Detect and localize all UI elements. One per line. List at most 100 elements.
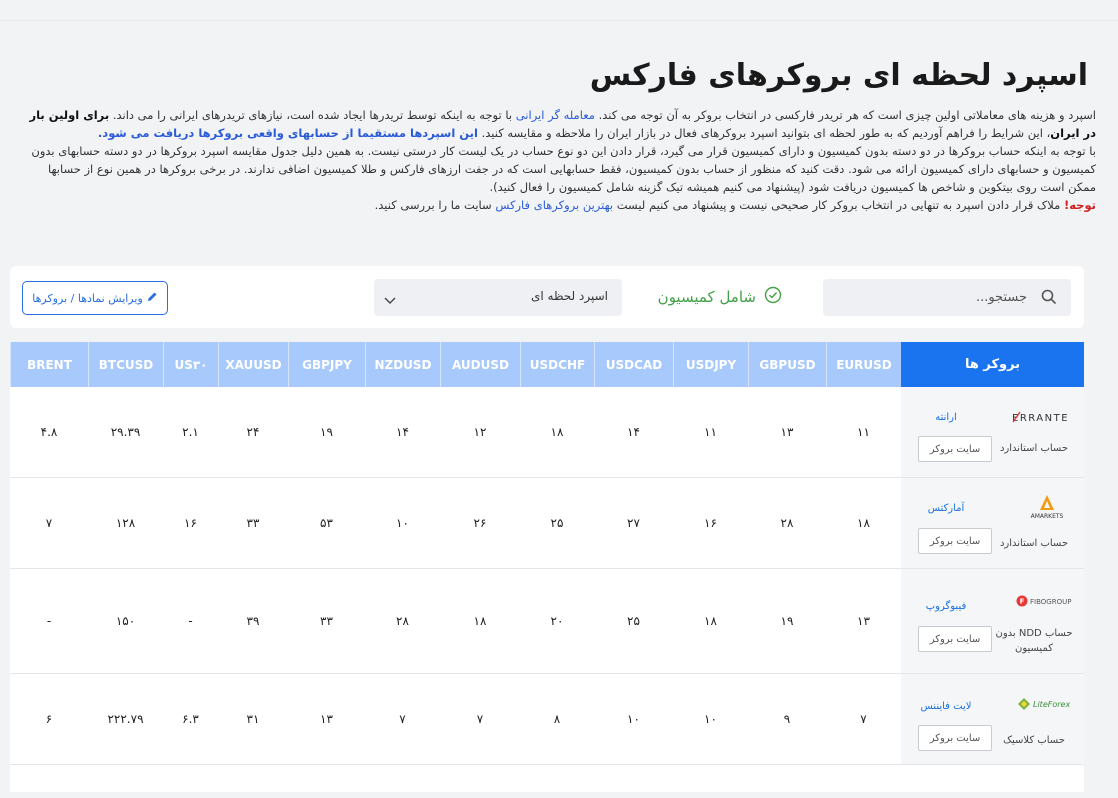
chevron-down-icon <box>384 291 396 310</box>
pencil-icon <box>147 291 158 305</box>
header-col-xauusd: XAUUSD <box>218 342 288 387</box>
broker-site-button[interactable]: سایت بروکر <box>918 626 992 652</box>
spread-cell: ۳۱ <box>246 712 260 726</box>
intro-link-real-accounts: این اسپردها مستقیما از حسابهای واقعی برو… <box>97 126 478 140</box>
spread-cell: ۱۶ <box>184 516 197 530</box>
header-col-gbpjpy: GBPJPY <box>288 342 365 387</box>
svg-text:F: F <box>1020 598 1025 606</box>
intro-note-label: توجه! <box>1063 198 1096 212</box>
broker-site-button[interactable]: سایت بروکر <box>918 436 992 462</box>
spread-cell: ۹ <box>783 712 791 726</box>
account-type: حساب NDD بدون کمیسیون <box>995 628 1073 654</box>
spread-cell: ۱۰ <box>396 516 409 530</box>
intro-p2: با توجه به اینکه حساب بروکرها در دو دسته… <box>31 144 1096 194</box>
spread-cell: ۱۰ <box>704 712 717 726</box>
spread-cell: ۱۱ <box>704 425 717 439</box>
header-col-eurusd: EURUSD <box>826 342 901 387</box>
spread-cell: ۶.۳ <box>182 712 199 726</box>
spread-cell: ۱۶ <box>704 516 717 530</box>
edit-symbols-brokers-button[interactable]: ویرایش نمادها / بروکرها <box>22 281 168 315</box>
header-col-audusd: AUDUSD <box>440 342 520 387</box>
header-col-btcusd: BTCUSD <box>88 342 163 387</box>
spread-cell: ۶ <box>45 712 53 726</box>
intro-link-best-brokers[interactable]: بهترین بروکرهای فارکس <box>495 198 613 212</box>
spread-cell: ۱۸ <box>857 516 870 530</box>
account-type: حساب استاندارد <box>999 443 1069 454</box>
spread-cell: ۵۳ <box>320 516 333 530</box>
header-col-brent: BRENT <box>10 342 88 387</box>
spread-cell: ۲.۱ <box>182 425 199 439</box>
intro-p3-b: سایت ما را بررسی کنید. <box>374 198 492 212</box>
header-col-usdchf: USDCHF <box>520 342 594 387</box>
commission-label: شامل کمیسیون <box>657 288 756 306</box>
broker-name[interactable]: لایت فایننس <box>911 701 981 712</box>
spread-cell: ۳۹ <box>246 614 260 628</box>
spread-cell: ۲۶ <box>473 516 487 530</box>
spread-cell: ۳۳ <box>320 614 333 628</box>
broker-logo-fibogroup[interactable]: F FIBOGROUP <box>1016 593 1072 612</box>
page-title: اسپرد لحظه ای بروکرهای فارکس <box>589 58 1088 93</box>
intro-p1-b: با توجه به اینکه توسط تریدرها ایجاد شده … <box>112 108 513 122</box>
spread-cell: ۱۹ <box>780 614 794 628</box>
spread-cell: ۷ <box>399 712 406 726</box>
spread-cell: - <box>46 614 52 628</box>
table-row: F FIBOGROUP فیبوگروپ حساب NDD بدون کمیسی… <box>10 569 1084 674</box>
spread-cell: ۱۲ <box>473 425 487 439</box>
header-brokers: بروکر ها <box>901 342 1084 387</box>
spread-cell: ۷ <box>860 712 867 726</box>
table-row: ERRANTE ارانته حساب استاندارد سایت بروکر… <box>10 387 1084 478</box>
spread-table: بروکر ها EURUSD GBPUSD USDJPY USDCAD USD… <box>10 342 1084 792</box>
broker-site-button[interactable]: سایت بروکر <box>918 725 992 751</box>
spread-cell: - <box>188 614 193 628</box>
spread-cell: ۲۸ <box>396 614 409 628</box>
spread-cell: ۱۸ <box>473 614 487 628</box>
account-type: حساب استاندارد <box>999 538 1069 549</box>
spread-cell: ۱۴ <box>627 425 640 439</box>
spread-cell: ۱۸ <box>704 614 717 628</box>
spread-cell: ۲۲۲.۷۹ <box>107 712 144 726</box>
broker-cell: AMARKETS آمارکتس حساب استاندارد سایت برو… <box>901 478 1084 568</box>
header-col-usdcad: USDCAD <box>594 342 673 387</box>
liteforex-logo-text: LiteForex <box>1033 700 1070 709</box>
broker-site-button[interactable]: سایت بروکر <box>918 528 992 554</box>
broker-logo-amarkets[interactable]: AMARKETS <box>1022 494 1072 524</box>
header-col-nzdusd: NZDUSD <box>365 342 440 387</box>
spread-cell: ۸ <box>553 712 561 726</box>
spread-type-select[interactable]: اسپرد لحظه ای <box>374 279 622 316</box>
search-input[interactable] <box>837 279 1027 316</box>
broker-logo-errante[interactable]: ERRANTE <box>1012 409 1072 428</box>
broker-name[interactable]: ارانته <box>911 412 981 423</box>
broker-cell: F FIBOGROUP فیبوگروپ حساب NDD بدون کمیسی… <box>901 569 1084 673</box>
spread-cell: ۱۴ <box>396 425 409 439</box>
fibogroup-logo-text: FIBOGROUP <box>1030 598 1071 606</box>
spread-cell: ۱۹ <box>320 425 333 439</box>
spread-cell: ۱۳ <box>320 712 333 726</box>
commission-toggle[interactable]: شامل کمیسیون <box>658 286 782 308</box>
filter-toolbar: شامل کمیسیون اسپرد لحظه ای ویرایش نمادها… <box>10 266 1084 328</box>
broker-logo-liteforex[interactable]: LiteForex <box>1016 696 1072 716</box>
check-circle-icon <box>764 286 782 308</box>
spread-cell: ۱۸ <box>550 425 564 439</box>
broker-cell: LiteForex لایت فایننس حساب کلاسیک سایت ب… <box>901 674 1084 764</box>
edit-button-label: ویرایش نمادها / بروکرها <box>32 291 143 305</box>
spread-cell: ۲۸ <box>780 516 794 530</box>
search-box <box>823 279 1071 316</box>
intro-link-trader[interactable]: معامله گر ایرانی <box>516 108 595 122</box>
spread-cell: ۱۵۰ <box>115 614 136 628</box>
spread-cell: ۲۷ <box>627 516 640 530</box>
spread-cell: ۱۲۸ <box>115 516 136 530</box>
spread-cell: ۱۳ <box>780 425 794 439</box>
amarkets-logo-text: AMARKETS <box>1031 513 1064 520</box>
broker-name[interactable]: فیبوگروپ <box>911 601 981 612</box>
table-row: LiteForex لایت فایننس حساب کلاسیک سایت ب… <box>10 674 1084 765</box>
spread-cell: ۲۵ <box>550 516 564 530</box>
intro-p1-a: اسپرد و هزینه های معاملاتی اولین چیزی اس… <box>598 108 1096 122</box>
spread-cell: ۲۴ <box>246 425 260 439</box>
spread-cell: ۴.۸ <box>40 425 58 439</box>
spread-cell: ۲۰ <box>550 614 564 628</box>
spread-cell: ۲۵ <box>627 614 640 628</box>
account-type: حساب کلاسیک <box>1003 735 1065 746</box>
intro-p1-c: ، این شرایط را فراهم آوردیم که به طور لح… <box>481 126 1051 140</box>
broker-name[interactable]: آمارکتس <box>911 503 981 514</box>
spread-cell: ۷ <box>45 516 53 530</box>
